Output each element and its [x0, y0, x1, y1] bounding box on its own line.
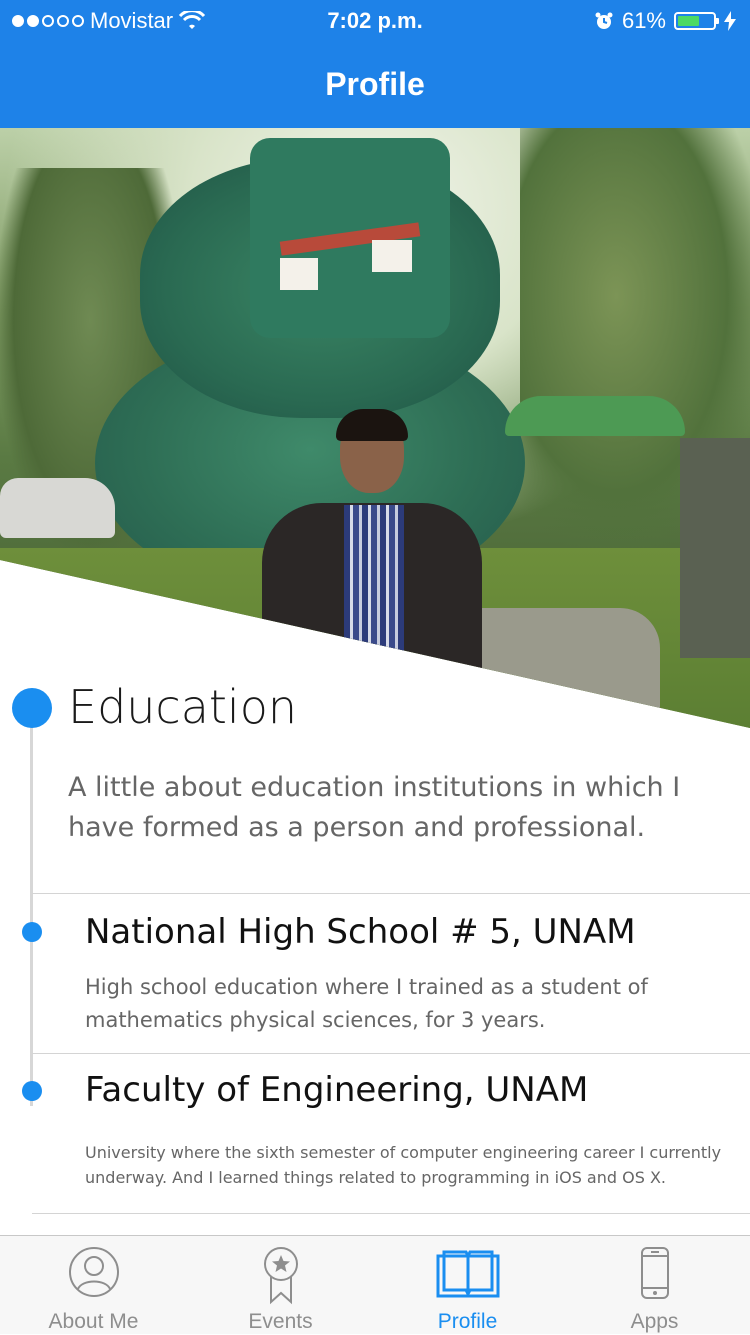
- battery-icon: [674, 12, 719, 30]
- divider: [32, 1053, 750, 1054]
- status-bar: Movistar 7:02 p.m. 61%: [0, 0, 750, 40]
- divider: [32, 1213, 750, 1214]
- tab-apps[interactable]: Apps: [561, 1236, 748, 1335]
- timeline-dot: [22, 1081, 42, 1101]
- tab-label: About Me: [48, 1310, 139, 1333]
- navigation-bar: Profile: [0, 40, 750, 128]
- section-title: Education: [68, 680, 298, 734]
- tab-events[interactable]: Events: [187, 1236, 374, 1335]
- section-description: A little about education institutions in…: [68, 772, 681, 843]
- tab-about-me[interactable]: About Me: [0, 1236, 187, 1335]
- divider: [32, 893, 750, 894]
- award-icon: [263, 1247, 298, 1305]
- charging-icon: [724, 11, 736, 31]
- timeline-dot: [22, 922, 42, 942]
- education-item-description: University where the sixth semester of c…: [85, 1143, 722, 1187]
- battery-percent: 61%: [621, 8, 666, 33]
- tab-profile[interactable]: Profile: [374, 1236, 561, 1335]
- tab-label: Apps: [630, 1310, 679, 1333]
- profile-photo: [0, 128, 750, 728]
- education-item-title: National High School # 5, UNAM: [85, 912, 636, 952]
- person-icon: [68, 1247, 119, 1297]
- section-marker-dot: [12, 688, 52, 728]
- status-right: 61%: [594, 8, 736, 34]
- timeline-line: [30, 708, 33, 1106]
- alarm-icon: [595, 12, 613, 29]
- education-item-title: Faculty of Engineering, UNAM: [85, 1070, 589, 1110]
- tab-bar: About Me Events Profile Apps: [0, 1235, 750, 1334]
- phone-icon: [640, 1247, 669, 1299]
- education-item-description: High school education where I trained as…: [85, 975, 648, 1032]
- tab-label: Events: [248, 1310, 313, 1333]
- page-title: Profile: [325, 66, 425, 102]
- tab-label: Profile: [437, 1310, 498, 1333]
- book-icon: [436, 1250, 499, 1298]
